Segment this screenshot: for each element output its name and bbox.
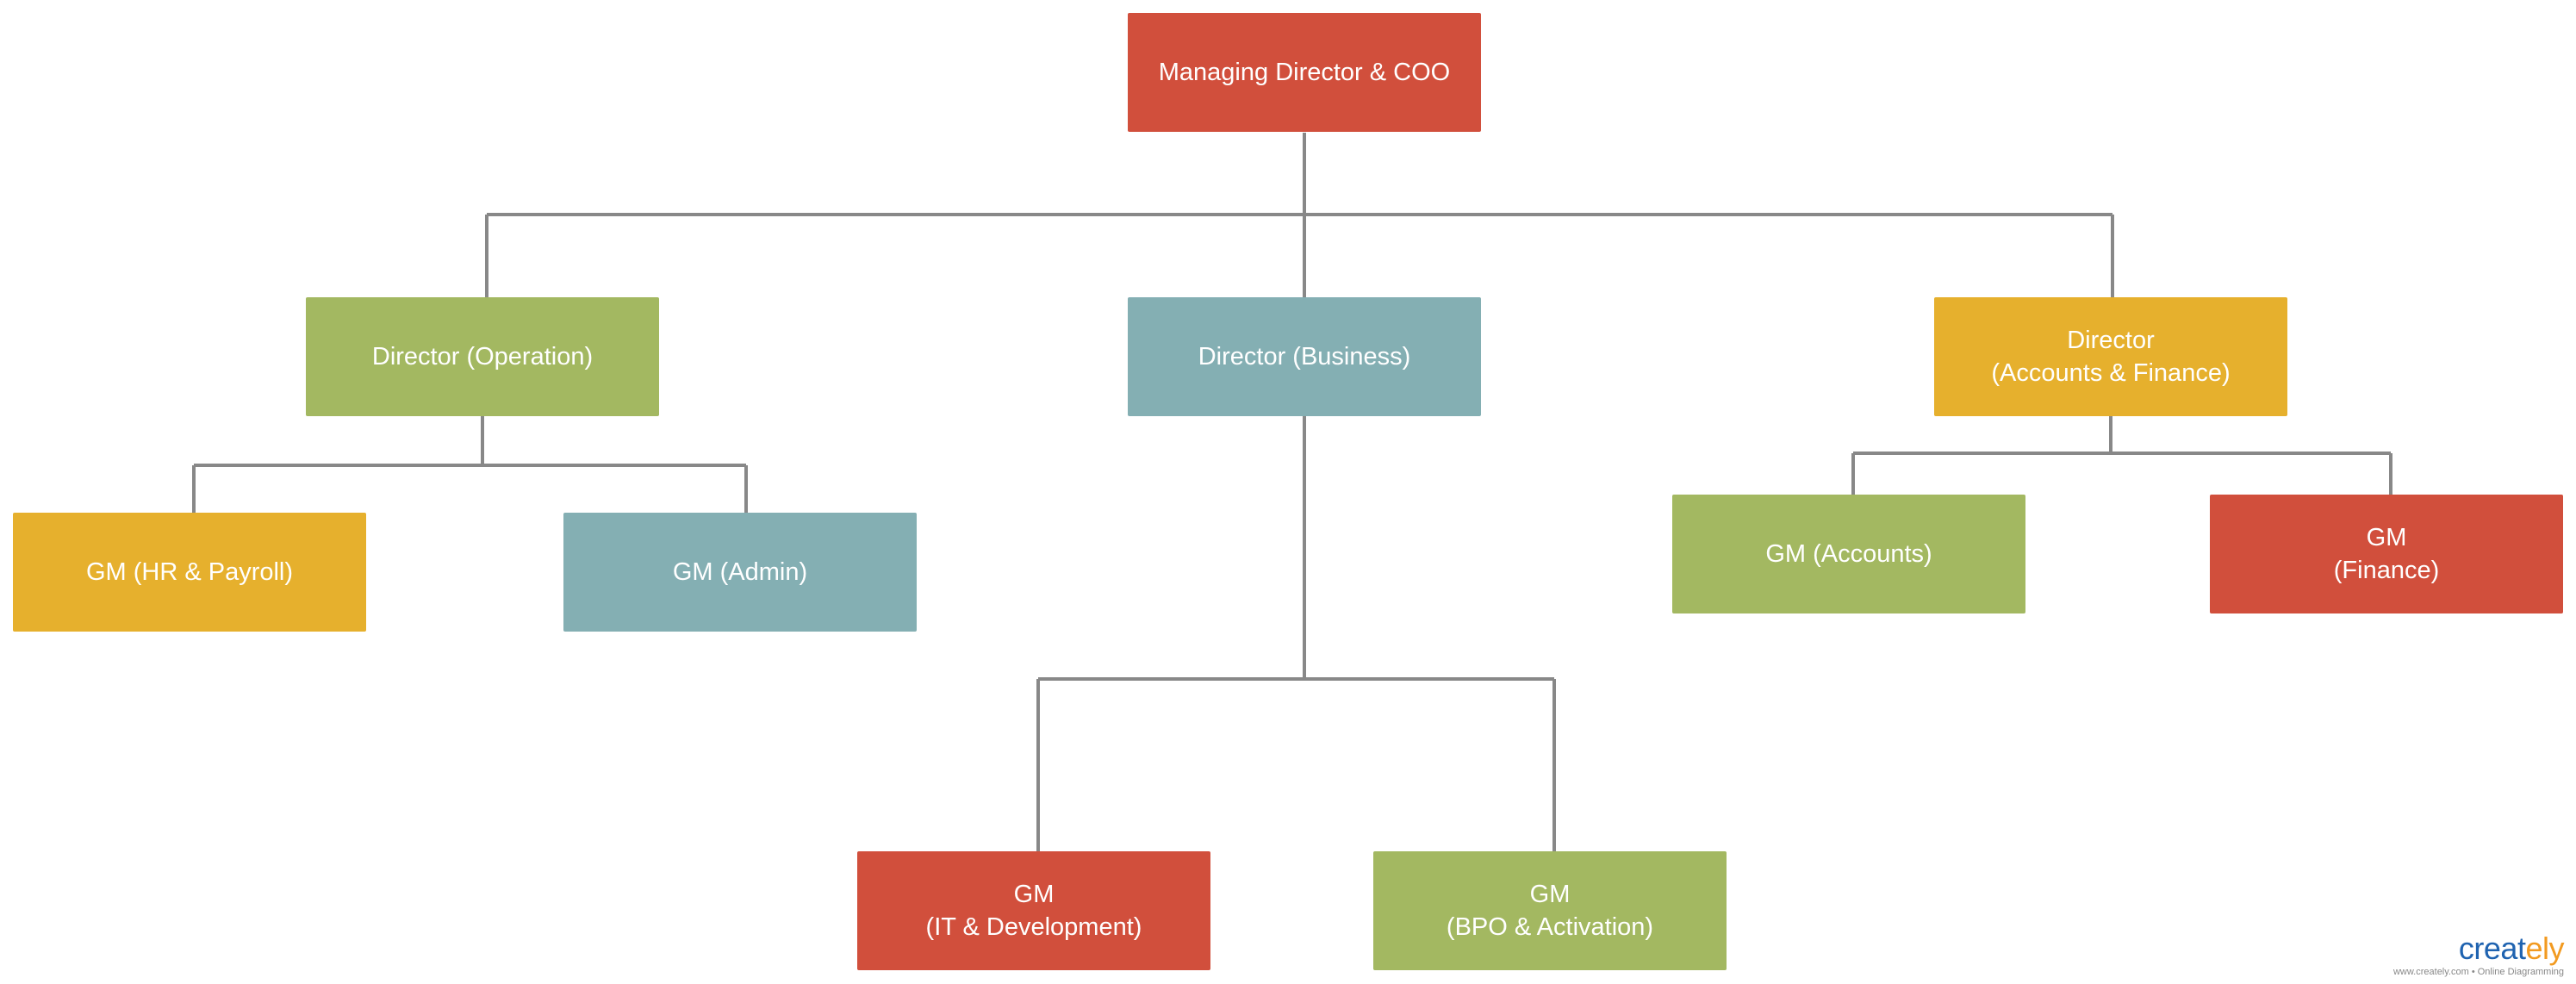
node-label: (BPO & Activation) [1446,913,1654,941]
node-gm-bpo-activation[interactable]: GM (BPO & Activation) [1373,851,1727,970]
node-label: GM (Accounts) [1765,540,1932,568]
node-managing-director[interactable]: Managing Director & COO [1128,13,1481,132]
connectors [192,133,2392,851]
node-gm-hr-payroll[interactable]: GM (HR & Payroll) [13,513,366,632]
node-label: (Finance) [2333,557,2440,584]
node-label: Director [2067,327,2155,354]
node-label: GM [1013,881,1055,908]
logo-tagline: www.creately.com • Online Diagramming [2392,967,2564,977]
node-label: GM [1529,881,1571,908]
node-director-accounts-finance[interactable]: Director (Accounts & Finance) [1934,297,2287,416]
node-label: Director (Operation) [371,343,594,371]
node-label: Director (Business) [1198,343,1411,371]
node-label: (Accounts & Finance) [1991,359,2231,387]
connector-operation-gms [192,416,748,513]
node-label: GM [2366,524,2407,551]
node-label: (IT & Development) [925,913,1142,941]
creately-logo[interactable]: creately www.creately.com • Online Diagr… [2392,931,2565,977]
connector-accounts-finance-gms [1851,416,2392,495]
node-director-operation[interactable]: Director (Operation) [306,297,659,416]
node-gm-admin[interactable]: GM (Admin) [563,513,917,632]
org-chart: Managing Director & COO Director (Operat… [0,0,2576,984]
connector-business-gms [1036,416,1556,851]
node-gm-it-development[interactable]: GM (IT & Development) [857,851,1210,970]
node-label: Managing Director & COO [1158,59,1451,86]
node-gm-accounts[interactable]: GM (Accounts) [1672,495,2025,613]
node-gm-finance[interactable]: GM (Finance) [2210,495,2563,613]
node-director-business[interactable]: Director (Business) [1128,297,1481,416]
node-label: GM (HR & Payroll) [85,558,294,586]
connector-root-directors [485,133,2114,297]
node-label: GM (Admin) [672,558,808,586]
logo-wordmark: creately [2458,931,2565,966]
